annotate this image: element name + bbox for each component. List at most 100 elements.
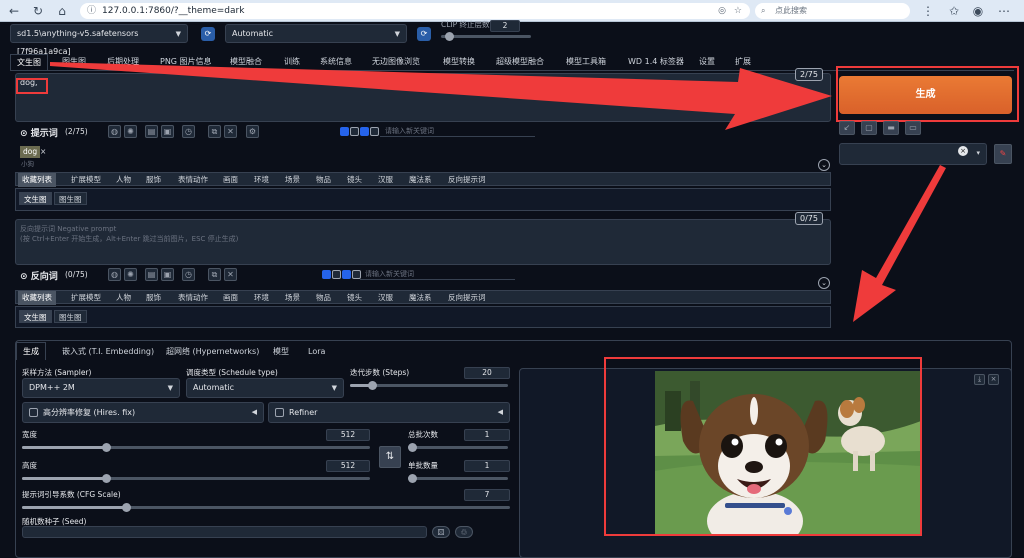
trash-icon[interactable]: ✕ (224, 268, 237, 281)
height-slider[interactable] (22, 474, 370, 483)
copy-icon[interactable]: ⧉ (208, 268, 221, 281)
tab-merge[interactable]: 模型融合 (230, 54, 262, 70)
seed-input[interactable] (22, 526, 427, 538)
close-icon[interactable]: × (988, 374, 999, 385)
brush-icon[interactable]: ✎ (994, 144, 1012, 164)
gear-icon[interactable]: ✺ (124, 268, 137, 281)
reload-icon[interactable]: ↻ (30, 3, 46, 19)
tab-image-browser[interactable]: 无边图像浏览 (372, 54, 420, 70)
category-magic[interactable]: 魔法系 (409, 173, 432, 187)
refiner-checkbox[interactable] (275, 408, 284, 417)
cfg-input[interactable]: 7 (464, 489, 510, 501)
clear-icon[interactable]: × (958, 146, 968, 156)
category-setting[interactable]: 场景 (285, 173, 300, 187)
height-input[interactable]: 512 (326, 460, 370, 472)
trash-icon[interactable]: ▢ (861, 121, 877, 135)
checkbox-1[interactable] (322, 270, 331, 279)
history-icon[interactable]: ◷ (182, 125, 195, 138)
slider-knob[interactable] (445, 32, 454, 41)
refiner-accordion[interactable]: Refiner ◀ (268, 402, 510, 423)
slider-knob[interactable] (368, 381, 377, 390)
globe-icon[interactable]: ◍ (108, 125, 121, 138)
save-icon[interactable]: ▤ (145, 125, 158, 138)
checkpoint-dropdown[interactable]: sd1.5\anything-v5.safetensors [7f96a1a9c… (10, 24, 188, 56)
category-characters[interactable]: 人物 (116, 291, 131, 305)
category-negative[interactable]: 反向提示词 (448, 291, 486, 305)
steps-slider[interactable] (350, 381, 508, 390)
tab-model-convert[interactable]: 模型转换 (443, 54, 475, 70)
slider-knob[interactable] (408, 474, 417, 483)
category-items[interactable]: 物品 (316, 291, 331, 305)
tab-extensions[interactable]: 扩展 (735, 54, 751, 70)
tab-generation[interactable]: 生成 (16, 342, 46, 360)
browser-search[interactable]: ⌕ 点此搜索 (755, 3, 910, 19)
subtab-img2img[interactable]: 图生图 (54, 310, 87, 323)
expand-icon[interactable]: ⌄ (818, 277, 830, 289)
checkbox-1[interactable] (340, 127, 349, 136)
width-slider[interactable] (22, 443, 370, 452)
menu-icon[interactable]: ⋮ (920, 3, 936, 19)
read-params-icon[interactable]: ↙ (839, 121, 855, 135)
category-extension-models[interactable]: 扩展模型 (71, 173, 101, 187)
prompt-keyword-input[interactable]: 请输入新关键词 (380, 125, 535, 137)
category-hanfu[interactable]: 汉服 (378, 291, 393, 305)
category-items[interactable]: 物品 (316, 173, 331, 187)
hires-fix-accordion[interactable]: 高分辨率修复 (Hires. fix) ◀ (22, 402, 264, 423)
category-expression[interactable]: 表情动作 (178, 291, 208, 305)
tab-hypernetworks[interactable]: 超网络 (Hypernetworks) (166, 344, 259, 360)
copy-icon[interactable]: ⧉ (208, 125, 221, 138)
hires-checkbox[interactable] (29, 408, 38, 417)
gear-icon[interactable]: ✺ (124, 125, 137, 138)
prompt-tag[interactable]: dog (20, 146, 41, 158)
batch-size-slider[interactable] (408, 474, 508, 483)
clip-value[interactable]: 2 (490, 20, 520, 32)
checkbox-3[interactable] (370, 127, 379, 136)
cfg-slider[interactable] (22, 503, 510, 512)
tab-model-toolkit[interactable]: 模型工具箱 (566, 54, 606, 70)
checkbox-2[interactable] (342, 270, 351, 279)
styles-icon[interactable]: ▬ (883, 121, 899, 135)
expand-icon[interactable]: ⌄ (818, 159, 830, 171)
tab-train[interactable]: 训练 (284, 54, 300, 70)
category-setting[interactable]: 场景 (285, 291, 300, 305)
clock-icon[interactable] (350, 127, 359, 136)
save-icon[interactable]: ▤ (145, 268, 158, 281)
home-icon[interactable]: ⌂ (54, 3, 70, 19)
category-camera[interactable]: 镜头 (347, 291, 362, 305)
prompt-textarea[interactable]: dog, (15, 73, 831, 122)
star-icon[interactable]: ☆ (734, 3, 742, 19)
tab-wd14-tagger[interactable]: WD 1.4 标签器 (628, 54, 684, 70)
category-favorites[interactable]: 收藏列表 (18, 173, 56, 187)
vae-dropdown[interactable]: Automatic ▼ (225, 24, 407, 43)
category-negative[interactable]: 反向提示词 (448, 173, 486, 187)
globe-icon[interactable]: ◍ (108, 268, 121, 281)
tab-extras[interactable]: 后期处理 (107, 54, 139, 70)
styles-dropdown[interactable]: × ▾ (839, 143, 987, 165)
slider-knob[interactable] (102, 443, 111, 452)
slider-knob[interactable] (122, 503, 131, 512)
sampler-dropdown[interactable]: DPM++ 2M ▼ (22, 378, 180, 398)
checkbox-2[interactable] (360, 127, 369, 136)
tab-system-info[interactable]: 系统信息 (320, 54, 352, 70)
slider-knob[interactable] (102, 474, 111, 483)
batch-count-input[interactable]: 1 (464, 429, 510, 441)
history-icon[interactable]: ◷ (182, 268, 195, 281)
favorites-icon[interactable]: ✩ (946, 3, 962, 19)
download-icon[interactable]: ⤓ (974, 374, 985, 385)
subtab-txt2img[interactable]: 文生图 (19, 192, 52, 205)
clip-slider[interactable] (441, 32, 531, 41)
category-extension-models[interactable]: 扩展模型 (71, 291, 101, 305)
import-icon[interactable]: ▣ (161, 125, 174, 138)
category-clothing[interactable]: 服饰 (146, 291, 161, 305)
tab-super-merge[interactable]: 超级模型融合 (496, 54, 544, 70)
width-input[interactable]: 512 (326, 429, 370, 441)
import-icon[interactable]: ▣ (161, 268, 174, 281)
steps-input[interactable]: 20 (464, 367, 510, 379)
category-magic[interactable]: 魔法系 (409, 291, 432, 305)
refresh-vae-button[interactable]: ⟳ (417, 27, 431, 41)
tag-close-icon[interactable]: × (40, 147, 46, 156)
profile-icon[interactable]: ◉ (970, 3, 986, 19)
category-favorites[interactable]: 收藏列表 (18, 291, 56, 305)
tab-png-info[interactable]: PNG 图片信息 (160, 54, 212, 70)
category-environment[interactable]: 环境 (254, 291, 269, 305)
